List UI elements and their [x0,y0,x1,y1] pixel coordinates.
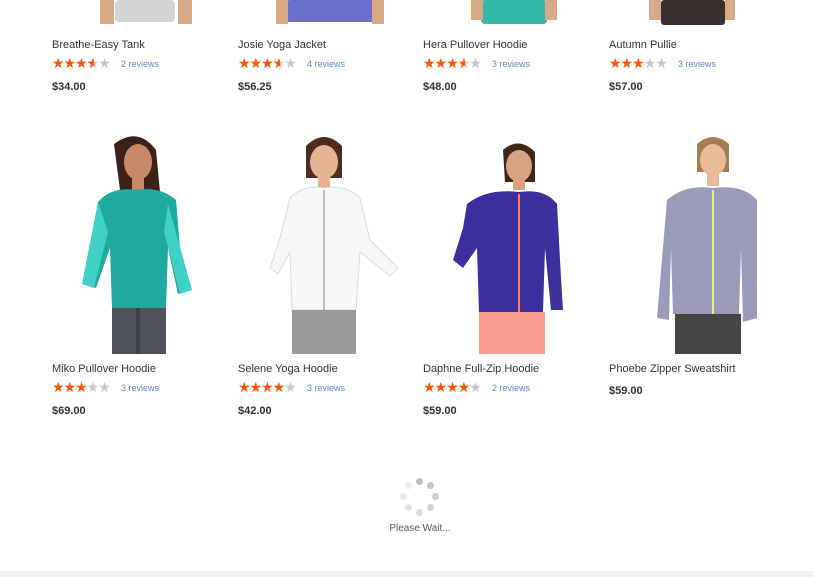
loading-text: Please Wait... [389,523,451,534]
product-name[interactable]: Autumn Pullie [609,37,779,53]
product-rating: ★★★★★ ★★★★★ 3 reviews [52,380,222,396]
star-icon: ★★★★★ ★★★★★ [52,55,111,72]
star-icon: ★★★★★ ★★★★★ [609,55,668,72]
product-price: $59.00 [609,385,643,397]
product-card[interactable]: Selene Yoga Hoodie ★★★★★ ★★★★★ 3 reviews… [238,128,408,418]
reviews-link[interactable]: 3 reviews [492,59,530,69]
star-icon: ★★★★★ ★★★★★ [423,55,482,72]
product-image[interactable] [609,0,779,30]
star-icon: ★★★★★ ★★★★★ [238,55,297,72]
product-image[interactable] [52,0,222,30]
loading-spinner-icon [400,478,440,518]
product-card[interactable]: Phoebe Zipper Sweatshirt $59.00 [609,128,779,398]
product-rating: ★★★★★ ★★★★★ 3 reviews [238,380,408,396]
product-rating: ★★★★★ ★★★★★ 4 reviews [238,56,408,72]
product-image[interactable] [238,128,408,354]
product-name[interactable]: Phoebe Zipper Sweatshirt [609,361,779,377]
product-price: $69.00 [52,405,86,417]
reviews-link[interactable]: 2 reviews [121,59,159,69]
product-image[interactable] [238,0,408,30]
product-name[interactable]: Daphne Full-Zip Hoodie [423,361,593,377]
reviews-link[interactable]: 4 reviews [307,59,345,69]
reviews-link[interactable]: 3 reviews [678,59,716,69]
product-image[interactable] [52,128,222,354]
product-card[interactable]: Hera Pullover Hoodie ★★★★★ ★★★★★ 3 revie… [423,0,593,94]
product-card[interactable]: Autumn Pullie ★★★★★ ★★★★★ 3 reviews $57.… [609,0,779,94]
product-image[interactable] [423,128,593,354]
loading-indicator: Please Wait... [370,478,470,534]
star-icon: ★★★★★ ★★★★★ [52,379,111,396]
product-rating: ★★★★★ ★★★★★ 3 reviews [423,56,593,72]
star-icon: ★★★★★ ★★★★★ [423,379,482,396]
reviews-link[interactable]: 3 reviews [307,383,345,393]
product-name[interactable]: Miko Pullover Hoodie [52,361,222,377]
product-price: $57.00 [609,81,643,93]
product-price: $34.00 [52,81,86,93]
star-icon: ★★★★★ ★★★★★ [238,379,297,396]
product-name[interactable]: Josie Yoga Jacket [238,37,408,53]
product-card[interactable]: Josie Yoga Jacket ★★★★★ ★★★★★ 4 reviews … [238,0,408,94]
product-rating: ★★★★★ ★★★★★ 2 reviews [52,56,222,72]
reviews-link[interactable]: 3 reviews [121,383,159,393]
product-card[interactable]: Breathe-Easy Tank ★★★★★ ★★★★★ 2 reviews … [52,0,222,94]
product-card[interactable]: Daphne Full-Zip Hoodie ★★★★★ ★★★★★ 2 rev… [423,128,593,418]
product-price: $48.00 [423,81,457,93]
footer-divider [0,571,813,577]
product-image[interactable] [609,128,779,354]
product-price: $59.00 [423,405,457,417]
product-rating: ★★★★★ ★★★★★ 2 reviews [423,380,593,396]
product-name[interactable]: Breathe-Easy Tank [52,37,222,53]
product-name[interactable]: Selene Yoga Hoodie [238,361,408,377]
product-card[interactable]: Miko Pullover Hoodie ★★★★★ ★★★★★ 3 revie… [52,128,222,418]
product-price: $42.00 [238,405,272,417]
product-image[interactable] [423,0,593,30]
product-price: $56.25 [238,81,272,93]
reviews-link[interactable]: 2 reviews [492,383,530,393]
product-rating: ★★★★★ ★★★★★ 3 reviews [609,56,779,72]
product-name[interactable]: Hera Pullover Hoodie [423,37,593,53]
